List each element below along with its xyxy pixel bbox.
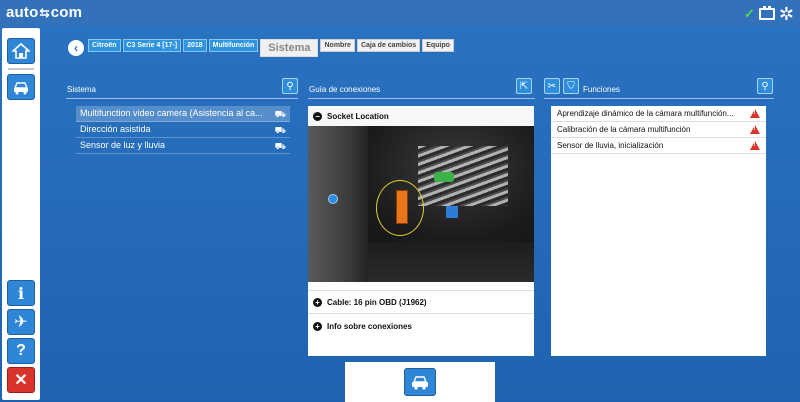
car-icon [412,376,428,390]
connection-ok-icon: ✓ [744,6,755,21]
guia-open-external-button[interactable]: ⇱ [516,78,532,94]
crumb-active-sistema: Sistema [260,39,319,57]
crumb-equipo[interactable]: Equipo [422,39,454,52]
warning-icon [750,125,760,134]
car-icon: ⛟ [274,109,286,119]
shield-button[interactable]: ⛉ [563,78,579,94]
settings-gear-icon[interactable]: ✲ [779,5,794,23]
home-button[interactable] [7,38,35,64]
car-icon: ⛟ [274,125,286,135]
highlight-ring [376,180,424,236]
airplane-icon: ✈ [14,314,28,331]
back-button[interactable]: ‹ [68,40,84,56]
sistema-title: Sistema [67,85,96,94]
chevron-left-icon: ‹ [74,41,78,55]
crumb-caja-cambios[interactable]: Caja de cambios [356,39,421,52]
vehicle-button[interactable] [7,74,35,100]
funciones-search-button[interactable]: ⚲ [757,78,773,94]
location-marker-icon [328,194,338,204]
tools-button[interactable]: ✂ [544,78,560,94]
info-button[interactable]: i [7,280,35,306]
flight-mode-button[interactable]: ✈ [7,309,35,335]
search-icon: ⚲ [286,80,294,92]
info-icon: i [17,283,25,303]
funciones-divider [544,98,774,99]
tools-icon: ✂ [547,80,557,92]
car-icon [13,82,29,95]
warning-icon [750,109,760,118]
connection-guide-panel: − Socket Location + Cable: 16 pin OBD (J… [308,106,534,356]
system-item[interactable]: Sensor de luz y lluvia ⛟ [76,138,290,154]
function-item[interactable]: Calibración de la cámara multifunción [551,122,766,138]
socket-location-header[interactable]: − Socket Location [308,106,534,126]
connection-info-row[interactable]: + Info sobre conexiones [308,314,534,338]
crumb-brand[interactable]: Citroën [88,39,121,52]
left-sidebar: i ✈ ? ✕ [2,28,40,400]
guia-divider [308,98,535,99]
warning-icon [750,141,760,150]
crumb-nombre[interactable]: Nombre [320,39,355,52]
home-icon [12,43,30,59]
guia-title: Guía de conexiones [309,85,381,94]
crumb-year[interactable]: 2018 [183,39,207,52]
help-icon: ? [16,342,26,359]
system-item[interactable]: Multifunction video camera (Asistencia a… [76,106,290,122]
functions-panel: Aprendizaje dinámico de la cámara multif… [551,106,766,356]
crumb-category[interactable]: Multifunción [208,39,259,52]
help-button[interactable]: ? [7,338,35,364]
vehicle-connect-button[interactable] [404,368,436,396]
breadcrumb: Citroën C3 Serie 4 [17-] 2018 Multifunci… [88,39,454,57]
system-list: Multifunction video camera (Asistencia a… [76,106,290,154]
crumb-model[interactable]: C3 Serie 4 [17-] [122,39,182,52]
function-item[interactable]: Sensor de lluvia, inicialización [551,138,766,154]
autocom-logo: auto⇆com [6,4,83,21]
car-icon: ⛟ [274,141,286,151]
socket-location-photo: − Socket Location [308,106,534,282]
funciones-title: Funciones [583,85,620,94]
shield-icon: ⛉ [567,80,575,92]
system-item[interactable]: Dirección asistida ⛟ [76,122,290,138]
cable-row[interactable]: + Cable: 16 pin OBD (J1962) [308,291,534,313]
sistema-search-button[interactable]: ⚲ [282,78,298,94]
bottom-action-card [345,362,495,402]
expand-icon: + [313,297,322,307]
function-item[interactable]: Aprendizaje dinámico de la cámara multif… [551,106,766,122]
search-icon: ⚲ [761,80,769,92]
top-bar: auto⇆com ✓ ✲ [0,0,800,26]
sidebar-divider [8,68,34,70]
expand-icon: + [313,321,322,331]
collapse-icon: − [313,111,322,121]
close-icon: ✕ [14,372,28,389]
external-link-icon: ⇱ [519,80,529,92]
sistema-divider [66,98,298,99]
close-button[interactable]: ✕ [7,367,35,393]
battery-icon [758,6,775,20]
